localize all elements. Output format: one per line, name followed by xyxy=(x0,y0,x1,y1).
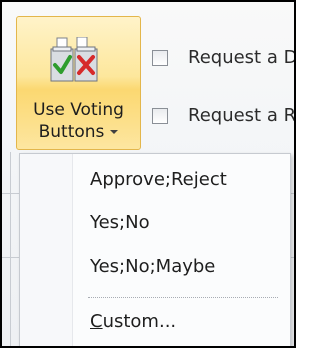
message-options-panel: Use Voting Buttons Request a D Request a… xyxy=(0,0,296,348)
request-option-label: Request a D xyxy=(188,47,296,68)
menu-item-label: Approve;Reject xyxy=(90,169,227,190)
voting-options-menu: Approve;Reject Yes;No Yes;No;Maybe Custo… xyxy=(19,153,291,346)
button-label-line2: Buttons xyxy=(38,122,105,142)
request-checkbox[interactable] xyxy=(152,50,168,66)
menu-item-label: Yes;No;Maybe xyxy=(90,256,216,277)
menu-item-label: Custom... xyxy=(90,311,177,332)
button-label-line1: Use Voting xyxy=(33,100,124,120)
request-checkbox[interactable] xyxy=(152,108,168,124)
use-voting-buttons-button[interactable]: Use Voting Buttons xyxy=(16,16,141,150)
menu-item-yes-no[interactable]: Yes;No xyxy=(22,203,288,243)
voting-ballot-icon xyxy=(47,36,103,85)
menu-item-custom[interactable]: Custom... xyxy=(22,302,288,342)
menu-item-label: Yes;No xyxy=(90,212,150,233)
button-label-line2-wrap: Buttons xyxy=(39,121,119,143)
menu-item-yes-no-maybe[interactable]: Yes;No;Maybe xyxy=(22,247,288,287)
menu-item-approve-reject[interactable]: Approve;Reject xyxy=(22,160,288,200)
dropdown-arrow-icon xyxy=(110,130,119,134)
menu-separator xyxy=(88,297,278,298)
backdrop-divider xyxy=(10,152,11,346)
use-voting-buttons-label: Use Voting Buttons xyxy=(17,99,140,143)
request-option-label: Request a R xyxy=(188,105,296,126)
